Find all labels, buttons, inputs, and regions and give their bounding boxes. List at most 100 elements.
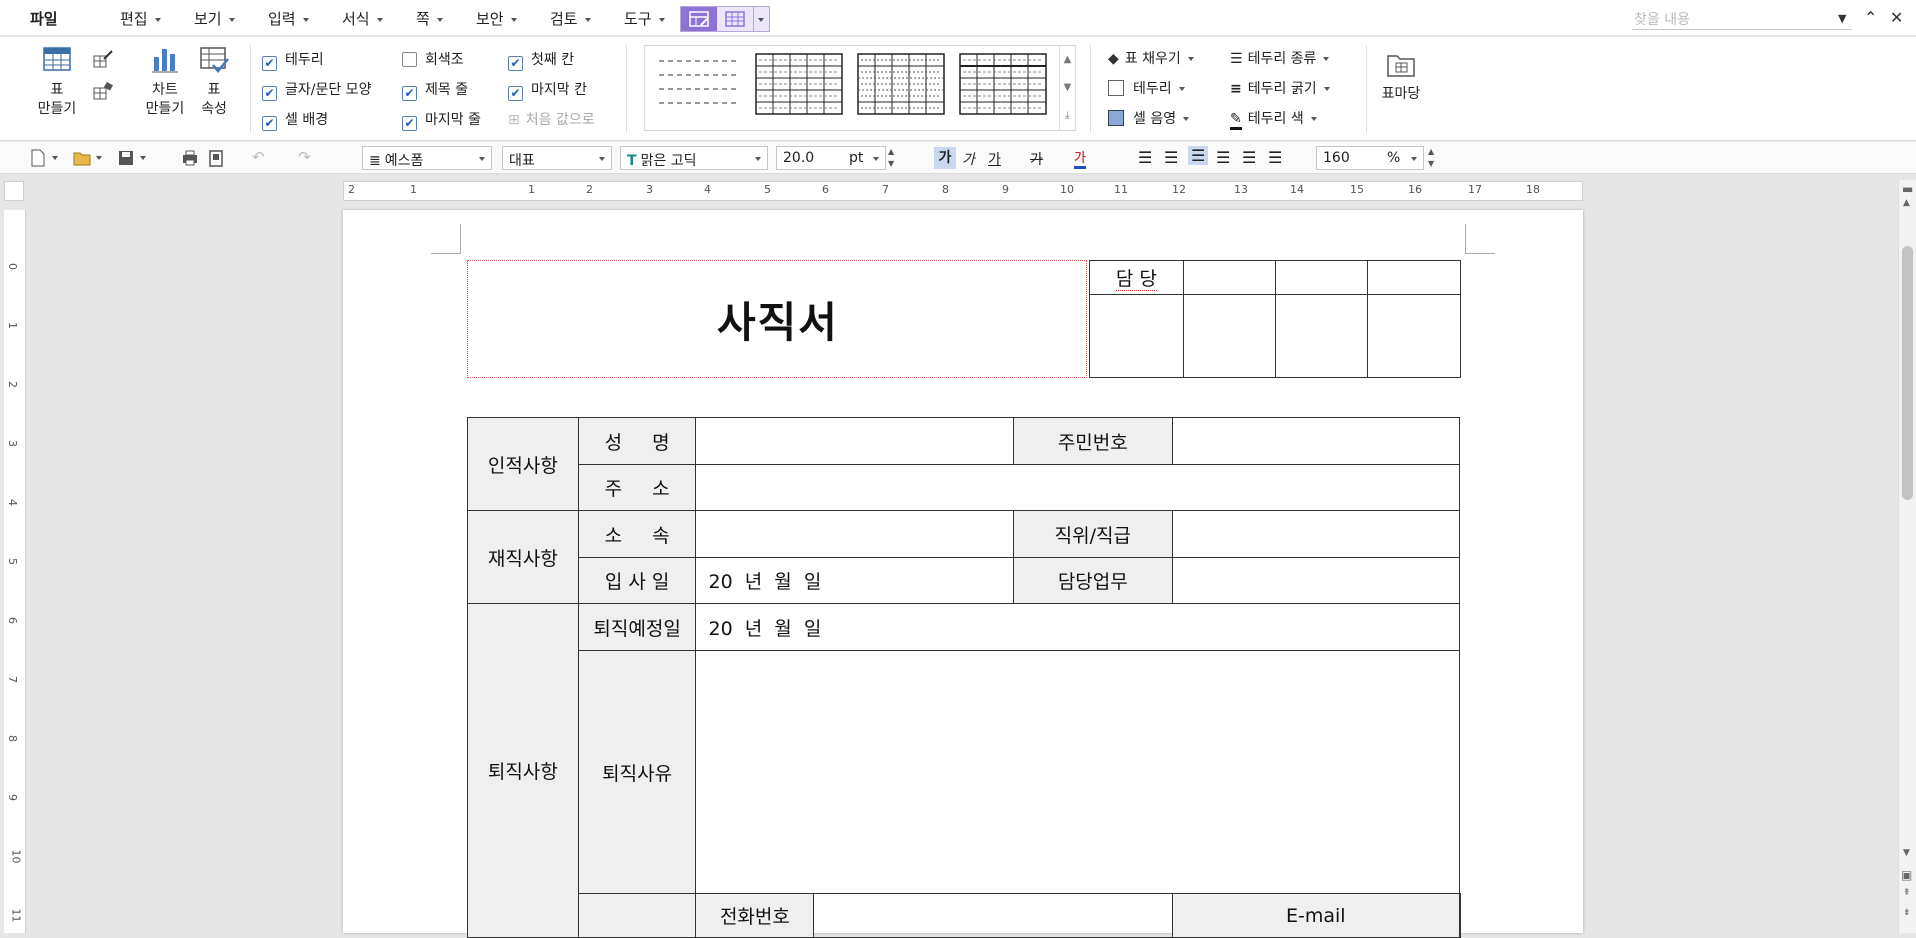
menu-format[interactable]: 서식 (342, 8, 383, 29)
redo-icon[interactable]: ↷ (298, 148, 311, 166)
last-row-checkbox[interactable]: ✔ 마지막 줄 (402, 109, 481, 131)
email-field[interactable] (1459, 893, 1461, 938)
make-chart-button[interactable]: 차트 만들기 (140, 45, 190, 119)
menu-edit[interactable]: 편집 (120, 8, 161, 29)
new-document-icon[interactable] (28, 148, 48, 168)
erase-table-icon[interactable] (92, 81, 114, 103)
reset-defaults-button[interactable]: ⊞ 처음 값으로 (508, 109, 595, 129)
join-date-field[interactable]: 20 년 월 일 (695, 557, 1014, 604)
table-style-grid-header[interactable] (959, 53, 1049, 117)
divide-icon[interactable]: ☰ (1268, 148, 1282, 167)
last-col-checkbox[interactable]: ✔ 마지막 칸 (508, 79, 587, 101)
signature-cell[interactable] (1182, 294, 1276, 378)
menu-review[interactable]: 검토 (550, 8, 591, 29)
table-properties-button[interactable]: 표 속성 (190, 45, 238, 119)
scroll-thumb[interactable] (1902, 246, 1913, 500)
title-box[interactable]: 사직서 (467, 260, 1087, 378)
approval-cell[interactable] (1367, 260, 1461, 295)
char-para-checkbox[interactable]: ✔ 글자/문단 모양 (262, 79, 371, 101)
menu-view[interactable]: 보기 (194, 8, 235, 29)
prev-page-icon[interactable]: ⇞ (1903, 888, 1911, 898)
gallery-down-icon[interactable]: ▼ (1060, 74, 1075, 102)
border-button[interactable]: 테두리 (1108, 78, 1185, 98)
menu-security[interactable]: 보안 (476, 8, 517, 29)
phone-field[interactable] (813, 893, 1173, 938)
distribute-icon[interactable]: ☰ (1242, 148, 1256, 167)
signature-cell[interactable] (1367, 294, 1461, 378)
strikethrough-button[interactable]: 가 (1030, 149, 1043, 169)
undo-icon[interactable]: ↶ (252, 148, 265, 166)
first-col-checkbox[interactable]: ✔ 첫째 칸 (508, 49, 574, 71)
gallery-up-icon[interactable]: ▲ (1060, 46, 1075, 74)
bold-button[interactable]: 가 (934, 147, 956, 169)
gallery-expand-icon[interactable]: ⤓ (1060, 102, 1075, 130)
find-dropdown-icon[interactable]: ▼ (1838, 12, 1846, 25)
style2-select[interactable]: 대표 (502, 146, 612, 170)
close-icon[interactable]: ✕ (1890, 8, 1903, 27)
table-style-grid[interactable] (755, 53, 845, 117)
font-size-input[interactable]: 20.0 pt (776, 146, 886, 170)
signature-cell[interactable] (1089, 294, 1184, 378)
scroll-down-icon[interactable]: ▼ (1903, 848, 1910, 858)
new-dropdown-icon[interactable] (52, 156, 58, 160)
find-input[interactable]: 찾을 내용 (1632, 6, 1852, 30)
address-field[interactable] (695, 464, 1460, 511)
name-field[interactable] (695, 417, 1014, 465)
document-page[interactable]: 사직서 담 당 인적사항 성 명 주민번호 주 소 재직사항 소 속 직위/직급… (343, 210, 1583, 938)
italic-button[interactable]: 가 (962, 149, 975, 169)
scroll-up-icon[interactable]: ▲ (1903, 198, 1910, 208)
header-row-checkbox[interactable]: ✔ 제목 줄 (402, 79, 468, 101)
table-macro-button[interactable]: 표마당 (1374, 49, 1428, 104)
approval-cell[interactable] (1274, 260, 1369, 295)
table-layout-tab[interactable] (717, 7, 753, 31)
approval-label[interactable]: 담 당 (1089, 260, 1184, 295)
context-tabs-dropdown[interactable] (753, 7, 769, 31)
next-page-icon[interactable]: ⇟ (1903, 908, 1911, 918)
menu-file[interactable]: 파일 (30, 8, 58, 29)
border-color-button[interactable]: ✎ 테두리 색 (1230, 108, 1317, 130)
align-justify-icon[interactable]: ☰ (1138, 148, 1152, 167)
draw-table-icon[interactable] (92, 49, 114, 71)
department-field[interactable] (695, 510, 1014, 558)
menu-insert[interactable]: 입력 (268, 8, 309, 29)
cell-bg-checkbox[interactable]: ✔ 셀 배경 (262, 109, 328, 131)
save-icon[interactable] (116, 148, 136, 168)
duty-field[interactable] (1171, 557, 1461, 604)
font-color-button[interactable]: 가 (1074, 147, 1086, 169)
menu-page[interactable]: 쪽 (416, 8, 443, 29)
position-field[interactable] (1171, 510, 1461, 558)
underline-button[interactable]: 가 (988, 149, 1001, 169)
grayscale-checkbox[interactable]: 회색조 (402, 49, 464, 69)
table-style-grid-dotted[interactable] (857, 53, 947, 117)
align-center-icon[interactable]: ☰ (1188, 146, 1209, 165)
font-size-spinner[interactable]: ▲ ▼ (888, 146, 894, 170)
print-preview-icon[interactable] (206, 148, 226, 168)
zoom-spinner[interactable]: ▲ ▼ (1428, 146, 1434, 170)
save-dropdown-icon[interactable] (140, 156, 146, 160)
border-weight-button[interactable]: ≡ 테두리 굵기 (1230, 78, 1330, 98)
approval-cell[interactable] (1182, 260, 1276, 295)
open-folder-icon[interactable] (72, 148, 92, 168)
reason-field[interactable] (695, 650, 1460, 894)
vertical-ruler[interactable]: 0 1 2 3 4 5 6 7 8 9 10 11 (4, 210, 26, 933)
open-dropdown-icon[interactable] (96, 156, 102, 160)
table-design-tab[interactable] (681, 7, 717, 31)
table-style-none[interactable] (657, 53, 747, 117)
font-select[interactable]: T 맑은 고딕 (620, 146, 768, 170)
vertical-scrollbar[interactable]: ▬ ▲ ▼ ▣ ⇞ ⇟ (1898, 180, 1916, 933)
align-right-icon[interactable]: ☰ (1216, 148, 1230, 167)
table-fill-button[interactable]: ◆ 표 채우기 (1108, 48, 1194, 68)
split-icon[interactable]: ▬ (1902, 182, 1913, 196)
zoom-input[interactable]: 160% (1316, 146, 1424, 170)
horizontal-ruler[interactable]: 2 1 1 2 3 4 5 6 7 8 9 10 11 12 13 14 15 16 17 18 (343, 181, 1583, 201)
align-left-icon[interactable]: ☰ (1164, 148, 1178, 167)
planned-date-field[interactable]: 20 년 월 일 (695, 603, 1460, 651)
gallery-scroll[interactable]: ▲ ▼ ⤓ (1059, 46, 1075, 130)
ssn-field[interactable] (1171, 417, 1461, 465)
signature-cell[interactable] (1274, 294, 1369, 378)
cell-shade-button[interactable]: 셀 음영 (1108, 108, 1190, 128)
ruler-corner[interactable] (4, 181, 24, 201)
page-view-icon[interactable]: ▣ (1901, 868, 1912, 882)
border-type-button[interactable]: ☰ 테두리 종류 (1230, 48, 1330, 68)
menu-tools[interactable]: 도구 (624, 8, 665, 29)
